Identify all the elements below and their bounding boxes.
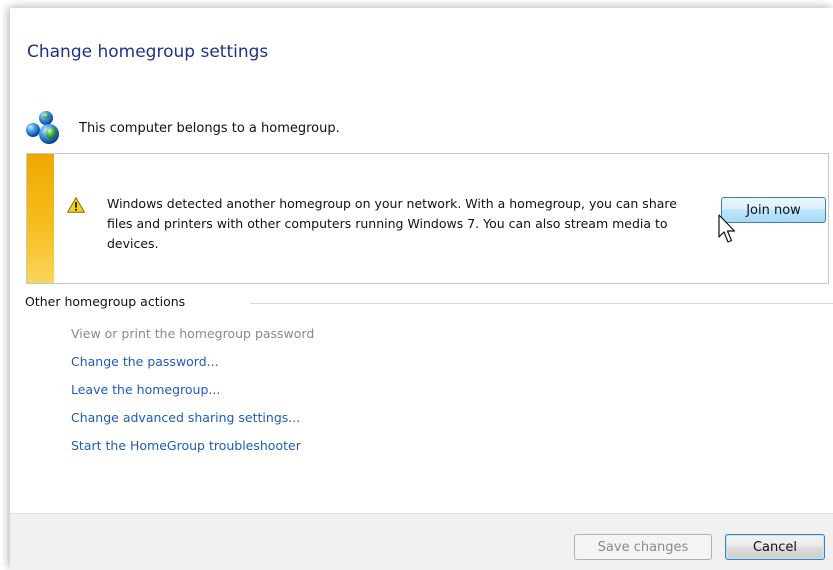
leave-homegroup-link[interactable]: Leave the homegroup... (71, 381, 314, 399)
change-password-link[interactable]: Change the password... (71, 353, 314, 371)
notice-accent-bar (27, 154, 54, 283)
advanced-sharing-settings-link[interactable]: Change advanced sharing settings... (71, 409, 314, 427)
mouse-cursor-icon (718, 214, 736, 243)
notice-message: Windows detected another homegroup on yo… (107, 196, 677, 251)
homegroup-detected-notice: Windows detected another homegroup on yo… (26, 153, 829, 284)
homegroup-settings-window: Change homegroup settings This computer … (10, 8, 833, 570)
section-divider (250, 303, 833, 304)
page-title: Change homegroup settings (27, 42, 269, 62)
homegroup-status-text: This computer belongs to a homegroup. (79, 121, 340, 136)
homegroup-icon (26, 111, 59, 144)
homegroup-actions-list: View or print the homegroup password Cha… (71, 325, 314, 465)
other-actions-header: Other homegroup actions (25, 294, 833, 312)
dialog-footer: Save changes Cancel (10, 513, 833, 570)
warning-icon (67, 197, 85, 213)
save-changes-button: Save changes (574, 534, 712, 560)
cancel-button[interactable]: Cancel (725, 534, 825, 560)
view-print-password-link: View or print the homegroup password (71, 326, 315, 341)
homegroup-troubleshooter-link[interactable]: Start the HomeGroup troubleshooter (71, 437, 314, 455)
other-actions-heading: Other homegroup actions (25, 294, 194, 309)
